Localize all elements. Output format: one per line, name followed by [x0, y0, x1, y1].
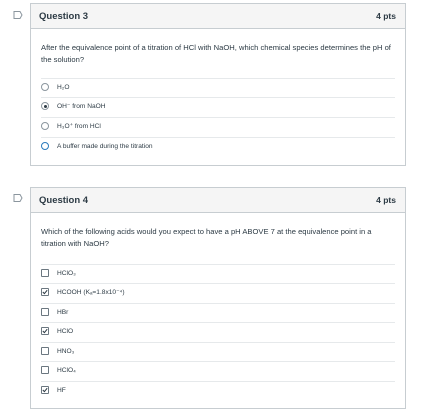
answer-label: HF — [57, 386, 66, 394]
radio-button[interactable] — [41, 142, 49, 150]
answer-option[interactable]: HF — [41, 381, 395, 398]
radio-button-selected[interactable] — [41, 102, 49, 110]
answer-label: HCOOH (Kₐ=1.8x10⁻⁴) — [57, 289, 125, 296]
checkmark-icon — [42, 328, 48, 334]
flag-question-icon[interactable] — [13, 194, 23, 202]
answer-label: OH⁻ from NaOH — [57, 103, 106, 110]
answer-label: H₃O⁺ from HCl — [57, 123, 101, 130]
answer-option[interactable]: HCOOH (Kₐ=1.8x10⁻⁴) — [41, 283, 395, 300]
checkmark-icon — [42, 387, 48, 393]
answer-label: A buffer made during the titration — [57, 142, 153, 150]
checkbox-checked[interactable] — [41, 288, 49, 296]
checkbox[interactable] — [41, 366, 49, 374]
checkbox-checked[interactable] — [41, 386, 49, 394]
answer-label: HNO₃ — [57, 347, 75, 355]
checkbox[interactable] — [41, 269, 49, 277]
question-4-header: Question 4 4 pts — [31, 188, 405, 213]
answer-option[interactable]: H₃O⁺ from HCl — [41, 117, 395, 134]
checkbox-checked[interactable] — [41, 327, 49, 335]
checkmark-icon — [42, 289, 48, 295]
answer-option[interactable]: H₂O — [41, 78, 395, 95]
question-4-points: 4 pts — [376, 195, 396, 205]
answer-label: H₂O — [57, 83, 70, 91]
answer-label: HClO — [57, 327, 74, 335]
question-4-card: Question 4 4 pts Which of the following … — [30, 187, 406, 409]
checkbox[interactable] — [41, 347, 49, 355]
question-3-card: Question 3 4 pts After the equivalence p… — [30, 3, 406, 166]
answer-option[interactable]: HClO — [41, 322, 395, 339]
answer-label: HClO₄ — [57, 366, 76, 374]
radio-button[interactable] — [41, 122, 49, 130]
answer-option[interactable]: OH⁻ from NaOH — [41, 97, 395, 114]
checkbox[interactable] — [41, 308, 49, 316]
question-3-points: 4 pts — [376, 11, 396, 21]
answer-option[interactable]: HClO₃ — [41, 264, 395, 281]
question-4-title: Question 4 — [39, 194, 89, 206]
question-4-text: Which of the following acids would you e… — [41, 227, 372, 248]
question-3-title: Question 3 — [39, 10, 89, 22]
answer-option[interactable]: HNO₃ — [41, 342, 395, 359]
answer-option[interactable]: HBr — [41, 303, 395, 320]
answer-option[interactable]: A buffer made during the titration — [41, 137, 395, 154]
radio-button[interactable] — [41, 83, 49, 91]
question-3-header: Question 3 4 pts — [31, 4, 405, 29]
answer-label: HBr — [57, 308, 69, 316]
answer-option[interactable]: HClO₄ — [41, 361, 395, 378]
answer-label: HClO₃ — [57, 269, 76, 277]
flag-question-icon[interactable] — [13, 11, 23, 19]
question-3-text: After the equivalence point of a titrati… — [41, 43, 391, 64]
